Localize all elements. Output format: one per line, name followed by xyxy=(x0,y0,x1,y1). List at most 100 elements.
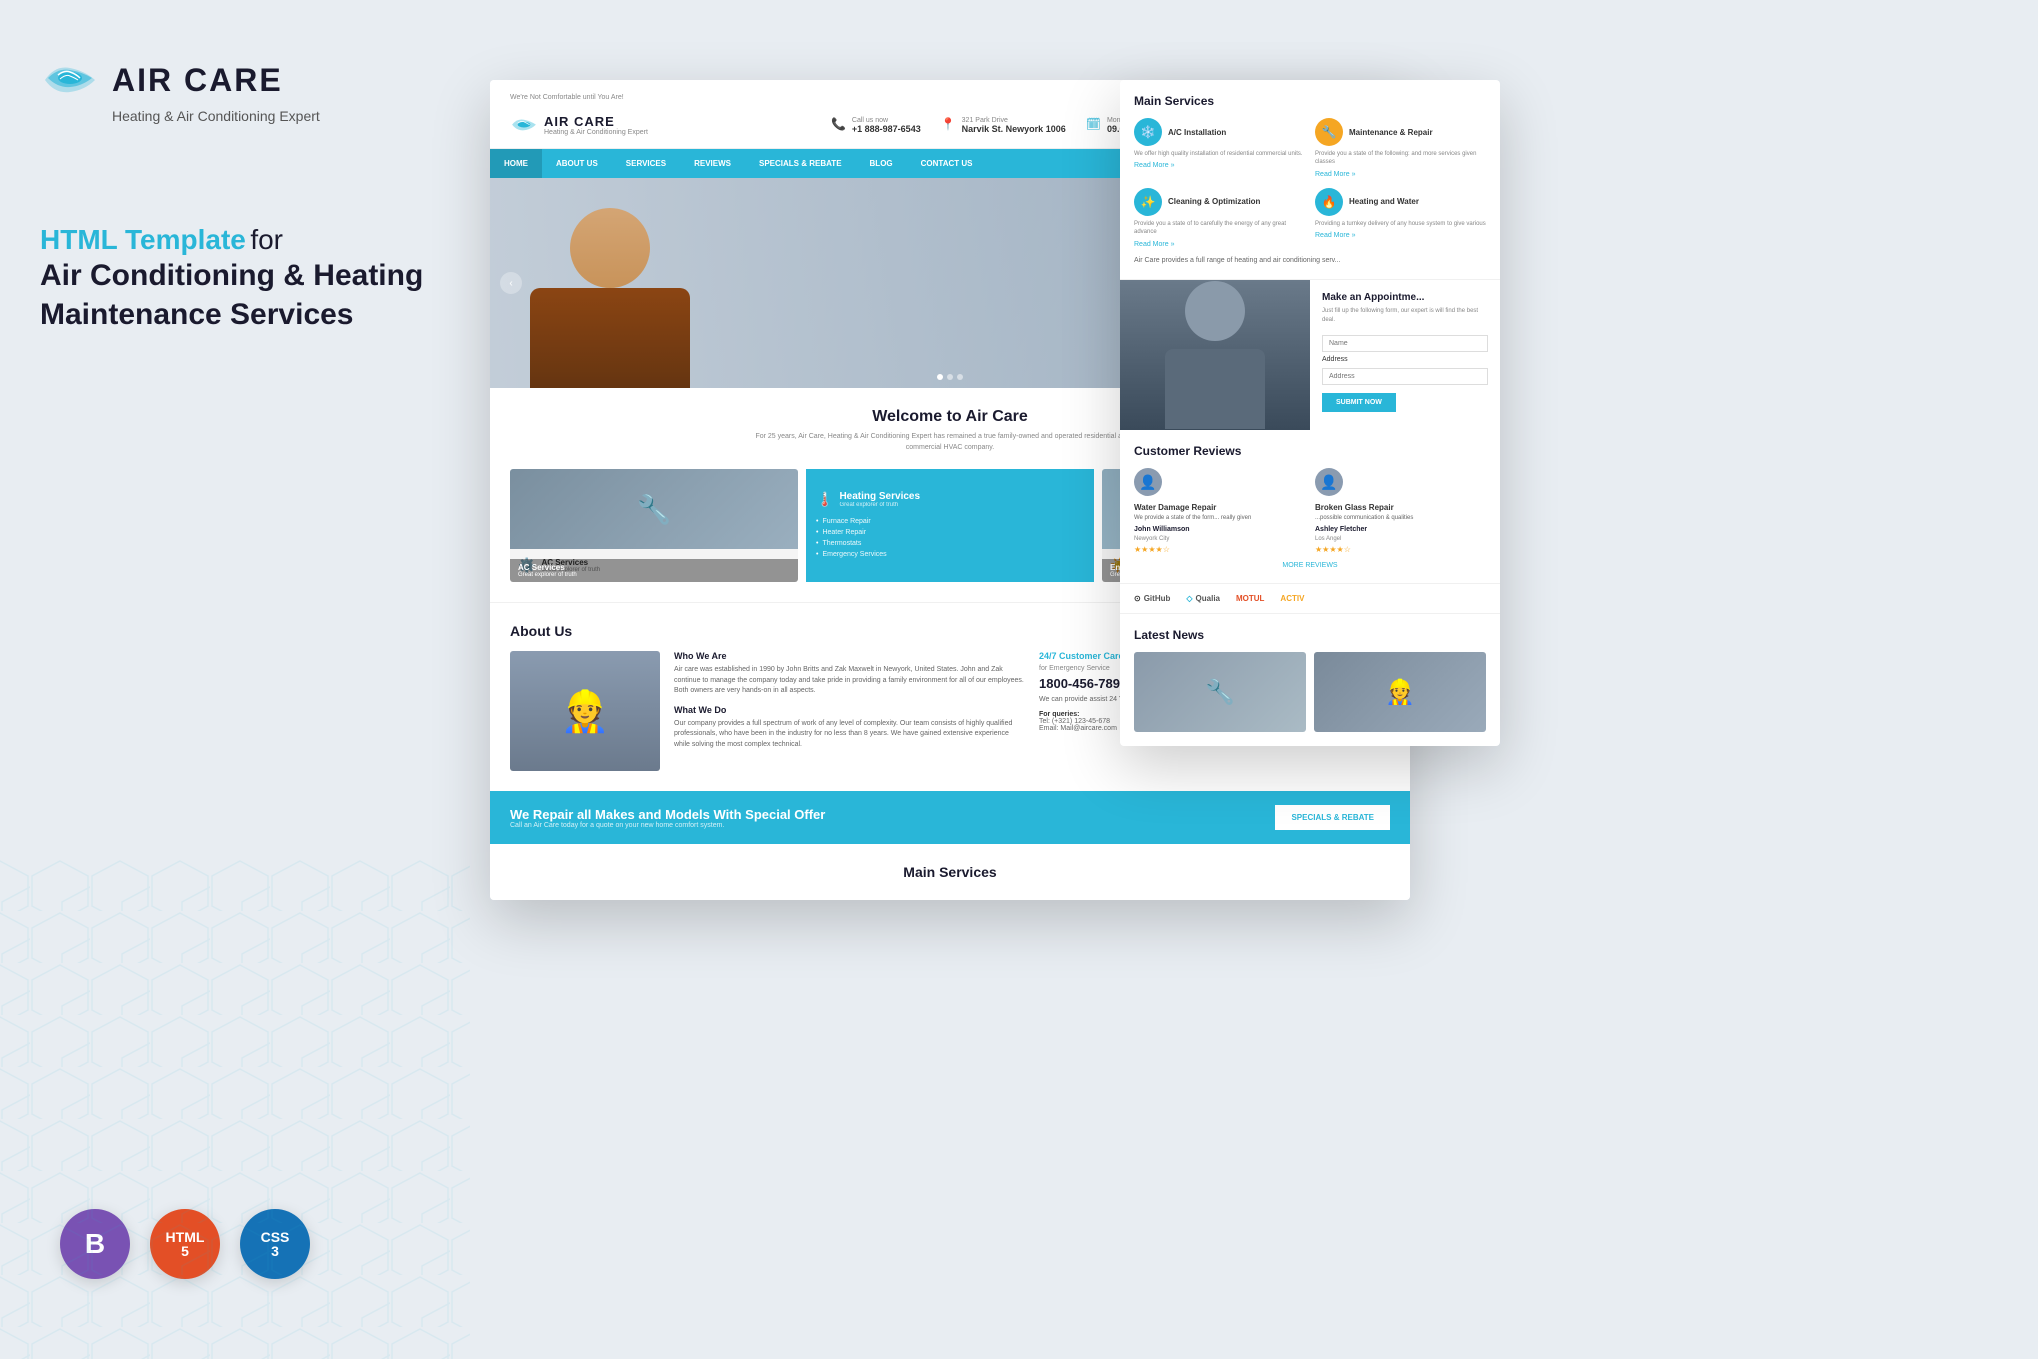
nav-about[interactable]: ABOUT US xyxy=(542,149,612,178)
ac-install-icon: ❄️ xyxy=(1134,118,1162,146)
location-icon: 📍 xyxy=(941,117,956,131)
rp-services-title: Main Services xyxy=(1134,94,1486,108)
cleaning-icon: ✨ xyxy=(1134,188,1162,216)
address-label: 321 Park Drive xyxy=(962,117,1066,124)
reviewer-location-1: Newyork City xyxy=(1134,536,1305,542)
rp-services-list: ❄️ A/C Installation We offer high qualit… xyxy=(1134,118,1486,248)
latest-news: Latest News 🔧 👷 xyxy=(1120,614,1500,746)
more-reviews-link[interactable]: MORE REVIEWS xyxy=(1134,562,1486,569)
heating-service-icon: 🔥 xyxy=(1315,188,1343,216)
review-desc-1: We provide a state of the form... really… xyxy=(1134,515,1305,523)
list-item: Furnace Repair xyxy=(816,516,1084,527)
service-item-header-clean: ✨ Cleaning & Optimization xyxy=(1134,188,1305,216)
reviewer-name-2: Ashley Fletcher xyxy=(1315,526,1486,533)
contact-address: 📍 321 Park Drive Narvik St. Newyork 1006 xyxy=(941,117,1066,134)
apt-address-label: Address xyxy=(1322,356,1488,363)
logo-icon xyxy=(40,60,100,100)
review-item-2: 👤 Broken Glass Repair ...possible commun… xyxy=(1315,468,1486,554)
apt-title: Make an Appointme... xyxy=(1322,292,1488,303)
top-tagline: We're Not Comfortable until You Are! xyxy=(510,94,624,101)
list-item: Heater Repair xyxy=(816,527,1084,538)
news-item-1: 🔧 xyxy=(1134,652,1306,732)
hex-pattern xyxy=(0,859,470,1359)
brand-activ: ACTIV xyxy=(1280,594,1304,603)
maintenance-desc: Provide you a state of the following: an… xyxy=(1315,150,1486,167)
hero-prev-arrow[interactable]: ‹ xyxy=(500,272,522,294)
badge-css3: CSS3 xyxy=(240,1209,310,1279)
service-card-ac: 🔧 AC Services Great explorer of truth ⚙️… xyxy=(510,469,798,582)
nav-home[interactable]: HOME xyxy=(490,149,542,178)
nav-reviews[interactable]: REVIEWS xyxy=(680,149,745,178)
news-title: Latest News xyxy=(1134,628,1486,642)
phone-label: Call us now xyxy=(852,117,921,124)
cta-button[interactable]: SPECIALS & REBATE xyxy=(1275,805,1390,830)
hero-dots xyxy=(937,374,963,380)
reviewer-location-2: Los Angel xyxy=(1315,536,1486,542)
review-title-2: Broken Glass Repair xyxy=(1315,503,1486,512)
cleaning-title: Cleaning & Optimization xyxy=(1168,197,1260,206)
maintenance-link[interactable]: Read More » xyxy=(1315,171,1486,178)
main-services-title: Main Services xyxy=(510,864,1390,880)
hero-dot-1[interactable] xyxy=(937,374,943,380)
hero-dot-3[interactable] xyxy=(957,374,963,380)
nav-contact[interactable]: CONTACT US xyxy=(907,149,987,178)
service-item-maintenance: 🔧 Maintenance & Repair Provide you a sta… xyxy=(1315,118,1486,178)
review-stars-2: ★★★★☆ xyxy=(1315,545,1486,554)
cta-text: We Repair all Makes and Models With Spec… xyxy=(510,807,825,829)
maintenance-icon: 🔧 xyxy=(1315,118,1343,146)
logo-subtitle: Heating & Air Conditioning Expert xyxy=(112,108,430,124)
who-we-are: Who We Are Air care was established in 1… xyxy=(674,651,1025,697)
hero-person xyxy=(520,188,700,388)
badge-html5: HTML5 xyxy=(150,1209,220,1279)
nav-specials[interactable]: SPECIALS & REBATE xyxy=(745,149,856,178)
ac-service-label: AC Services Great explorer of truth xyxy=(510,559,798,582)
heating-service-desc: Providing a turnkey delivery of any hous… xyxy=(1315,220,1486,228)
service-item-ac-install: ❄️ A/C Installation We offer high qualit… xyxy=(1134,118,1305,178)
logo-title: AIR CARE xyxy=(112,62,283,99)
ac-install-desc: We offer high quality installation of re… xyxy=(1134,150,1305,158)
ac-service-img: 🔧 xyxy=(510,469,798,549)
service-item-heating: 🔥 Heating and Water Providing a turnkey … xyxy=(1315,188,1486,248)
reviewer-avatar-2: 👤 xyxy=(1315,468,1343,496)
what-text: Our company provides a full spectrum of … xyxy=(674,719,1025,751)
review-title-1: Water Damage Repair xyxy=(1134,503,1305,512)
badge-bootstrap: B xyxy=(60,1209,130,1279)
welcome-subtitle: For 25 years, Air Care, Heating & Air Co… xyxy=(750,432,1150,453)
brand-github: ⊙ GitHub xyxy=(1134,594,1170,603)
heating-service-link[interactable]: Read More » xyxy=(1315,232,1486,239)
list-item: Emergency Services xyxy=(816,549,1084,560)
reviewer-name-1: John Williamson xyxy=(1134,526,1305,533)
cleaning-desc: Provide you a state of to carefully the … xyxy=(1134,220,1305,237)
cleaning-link[interactable]: Read More » xyxy=(1134,241,1305,248)
phone-icon: 📞 xyxy=(831,117,846,131)
brand-motul: MOTUL xyxy=(1236,594,1264,603)
nav-blog[interactable]: BLOG xyxy=(856,149,907,178)
appointment-form: Make an Appointme... Just fill up the fo… xyxy=(1310,280,1500,430)
apt-address-field[interactable] xyxy=(1322,368,1488,385)
review-desc-2: ...possible communication & qualities xyxy=(1315,515,1486,523)
site-logo-text: AIR CARE xyxy=(544,114,648,129)
apt-name-field[interactable] xyxy=(1322,335,1488,352)
brands-section: ⊙ GitHub ◇ Qualia MOTUL ACTIV xyxy=(1120,584,1500,614)
heating-list: Furnace Repair Heater Repair Thermostats… xyxy=(816,516,1084,560)
rp-note: Air Care provides a full range of heatin… xyxy=(1134,256,1486,266)
ac-install-link[interactable]: Read More » xyxy=(1134,162,1305,169)
nav-services[interactable]: SERVICES xyxy=(612,149,680,178)
contact-phone: 📞 Call us now +1 888-987-6543 xyxy=(831,117,921,134)
who-text: Air care was established in 1990 by John… xyxy=(674,665,1025,697)
submit-button[interactable]: SUBMIT NOW xyxy=(1322,393,1396,412)
reviews-grid: 👤 Water Damage Repair We provide a state… xyxy=(1134,468,1486,554)
news-grid: 🔧 👷 xyxy=(1134,652,1486,732)
what-title: What We Do xyxy=(674,705,1025,715)
apt-desc: Just fill up the following form, our exp… xyxy=(1322,307,1488,324)
hero-dot-2[interactable] xyxy=(947,374,953,380)
appointment-img xyxy=(1120,280,1310,430)
logo-section: AIR CARE xyxy=(40,60,430,100)
site-logo-icon xyxy=(510,116,538,134)
site-logo: AIR CARE Heating & Air Conditioning Expe… xyxy=(510,114,648,136)
cta-banner: We Repair all Makes and Models With Spec… xyxy=(490,791,1410,844)
reviewer-avatar-1: 👤 xyxy=(1134,468,1162,496)
cta-subtitle: Call an Air Care today for a quote on yo… xyxy=(510,822,825,829)
heating-service-title: Heating and Water xyxy=(1349,197,1419,206)
tech-badges: B HTML5 CSS3 xyxy=(60,1209,310,1279)
